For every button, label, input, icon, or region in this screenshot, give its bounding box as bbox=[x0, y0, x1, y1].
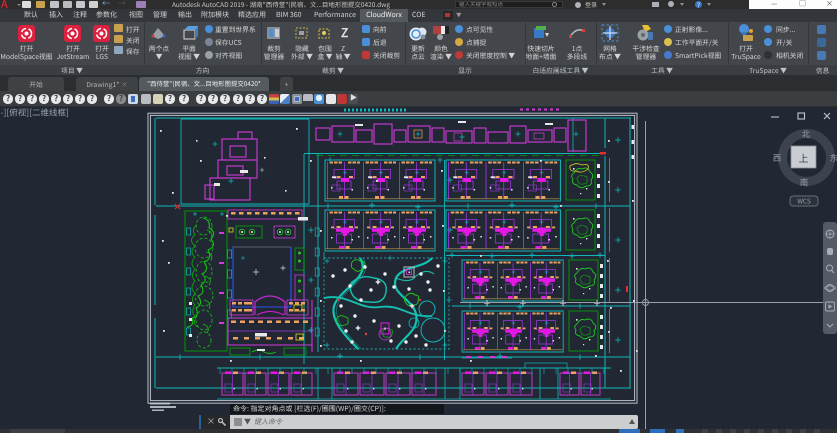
svg-text:WCS: WCS bbox=[797, 196, 811, 206]
svg-text:南: 南 bbox=[800, 177, 809, 189]
svg-text:西: 西 bbox=[773, 152, 782, 164]
svg-text:上: 上 bbox=[799, 150, 809, 165]
svg-text:北: 北 bbox=[802, 128, 811, 140]
svg-text:-][俯视][二维线框]: -][俯视][二维线框] bbox=[1, 107, 69, 119]
svg-text:东: 东 bbox=[830, 152, 837, 164]
